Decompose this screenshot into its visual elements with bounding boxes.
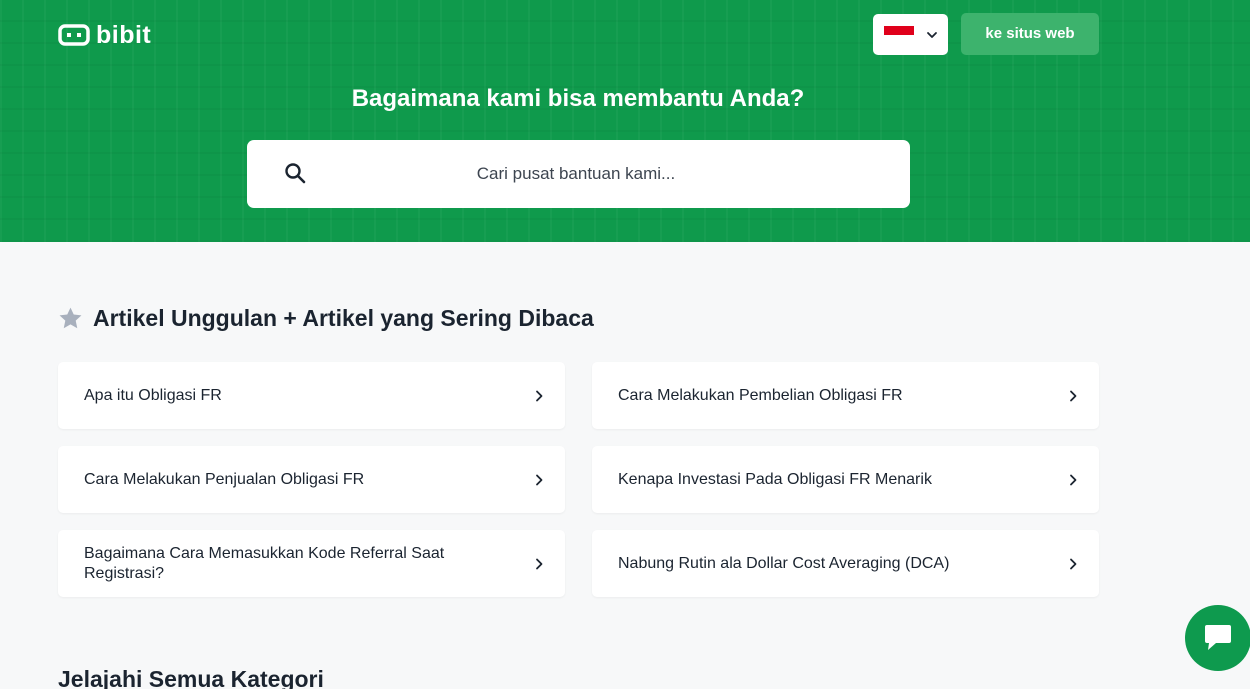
article-card[interactable]: Cara Melakukan Pembelian Obligasi FR <box>592 362 1099 429</box>
article-card[interactable]: Nabung Rutin ala Dollar Cost Averaging (… <box>592 530 1099 597</box>
page-title: Bagaimana kami bisa membantu Anda? <box>351 85 805 112</box>
chevron-right-icon <box>1070 390 1077 401</box>
bibit-logo-icon <box>58 24 90 46</box>
chevron-right-icon <box>536 390 543 401</box>
chat-launcher-button[interactable] <box>1185 605 1250 671</box>
featured-section-header: Artikel Unggulan + Artikel yang Sering D… <box>58 304 594 332</box>
article-card-label: Cara Melakukan Penjualan Obligasi FR <box>84 470 365 488</box>
article-card[interactable]: Bagaimana Cara Memasukkan Kode Referral … <box>58 530 565 597</box>
article-card[interactable]: Apa itu Obligasi FR <box>58 362 565 429</box>
chevron-right-icon <box>536 558 543 569</box>
article-card[interactable]: Kenapa Investasi Pada Obligasi FR Menari… <box>592 446 1099 513</box>
article-card-label: Kenapa Investasi Pada Obligasi FR Menari… <box>618 470 932 488</box>
article-card-label: Apa itu Obligasi FR <box>84 386 222 404</box>
categories-section-title: Jelajahi Semua Kategori <box>58 666 324 689</box>
chevron-right-icon <box>1070 474 1077 485</box>
article-card-label: Nabung Rutin ala Dollar Cost Averaging (… <box>618 554 950 572</box>
chevron-right-icon <box>536 474 543 485</box>
indonesia-flag-icon <box>884 25 914 44</box>
star-icon <box>59 307 82 328</box>
article-card-label: Cara Melakukan Pembelian Obligasi FR <box>618 386 903 404</box>
featured-section-title: Artikel Unggulan + Artikel yang Sering D… <box>93 305 594 331</box>
article-card-label: Bagaimana Cara Memasukkan Kode Referral … <box>84 544 445 582</box>
logo-text: bibit <box>96 21 152 49</box>
go-to-website-button[interactable]: ke situs web <box>961 13 1099 55</box>
chevron-right-icon <box>1070 558 1077 569</box>
language-select[interactable] <box>873 14 948 55</box>
chat-icon <box>1205 625 1231 650</box>
chevron-down-icon <box>927 31 937 38</box>
article-card[interactable]: Cara Melakukan Penjualan Obligasi FR <box>58 446 565 513</box>
search-input[interactable] <box>300 154 852 194</box>
bibit-logo[interactable]: bibit <box>58 20 151 50</box>
